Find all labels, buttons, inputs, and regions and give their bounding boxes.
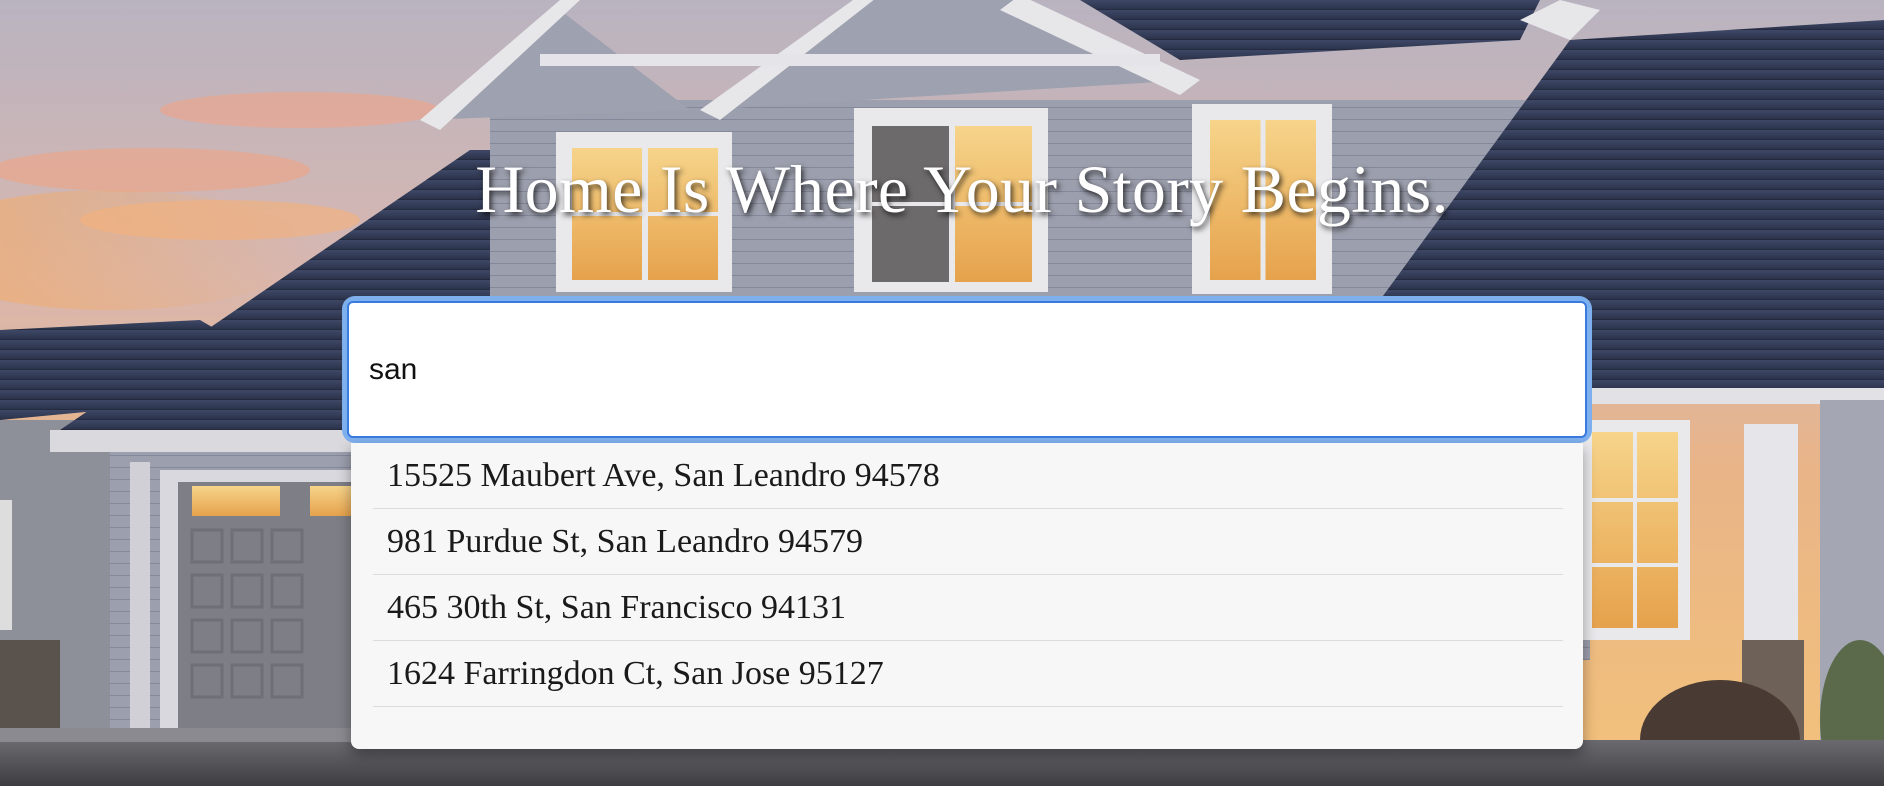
suggestion-text: 465 30th St, San Francisco 94131 <box>387 589 846 626</box>
address-suggestions-dropdown: 15525 Maubert Ave, San Leandro 94578 981… <box>351 443 1583 749</box>
address-search-input[interactable] <box>347 301 1587 438</box>
suggestion-item[interactable]: 981 Purdue St, San Leandro 94579 <box>373 509 1563 575</box>
suggestion-text: 15525 Maubert Ave, San Leandro 94578 <box>387 457 940 494</box>
address-search-box <box>347 301 1587 438</box>
suggestion-item[interactable]: 465 30th St, San Francisco 94131 <box>373 575 1563 641</box>
suggestion-text: 1624 Farringdon Ct, San Jose 95127 <box>387 655 884 692</box>
suggestion-item[interactable]: 15525 Maubert Ave, San Leandro 94578 <box>373 443 1563 509</box>
suggestion-item[interactable]: 1624 Farringdon Ct, San Jose 95127 <box>373 641 1563 707</box>
hero-title: Home Is Where Your Story Begins. <box>475 151 1449 227</box>
suggestion-text: 981 Purdue St, San Leandro 94579 <box>387 523 863 560</box>
